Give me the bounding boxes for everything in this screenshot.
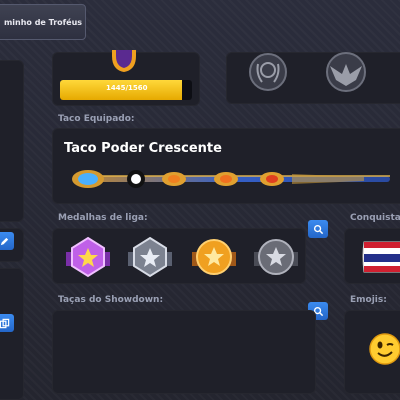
wink-emoji-icon (369, 333, 400, 365)
copy-button[interactable] (0, 314, 14, 332)
achievements-label: Conquista (350, 213, 400, 223)
left-panel-top (0, 60, 24, 222)
left-panel-bottom (0, 268, 24, 400)
copy-icon (0, 318, 9, 328)
cue-image-icon (72, 170, 390, 188)
silver-star-medal-icon (128, 236, 172, 278)
gold-star-medal-icon (192, 239, 236, 275)
showdown-label: Taças do Showdown: (58, 295, 164, 305)
equipped-cue-label: Taco Equipado: (58, 114, 135, 124)
trophy-path-button[interactable]: minho de Troféus (0, 4, 86, 40)
search-icon (313, 224, 323, 234)
purple-star-medal-icon (66, 236, 110, 278)
xp-progress-text: 1445/1560 (106, 84, 148, 92)
level-badge-icon (112, 50, 136, 72)
xp-progress-bar: 1445/1560 (60, 80, 192, 100)
edit-button[interactable] (0, 232, 14, 250)
showdown-panel (52, 310, 316, 394)
eagle-badge-icon (326, 52, 366, 92)
trophy-path-label: minho de Troféus (3, 17, 83, 27)
thailand-flag-icon (362, 241, 400, 273)
medals-search-button[interactable] (308, 220, 328, 238)
pencil-icon (0, 237, 8, 245)
wreath-badge-icon (249, 53, 287, 91)
league-medals-label: Medalhas de liga: (58, 213, 148, 223)
cue-name: Taco Poder Crescente (64, 141, 222, 156)
gray-star-medal-icon (254, 239, 298, 275)
emojis-label: Emojis: (350, 295, 387, 305)
